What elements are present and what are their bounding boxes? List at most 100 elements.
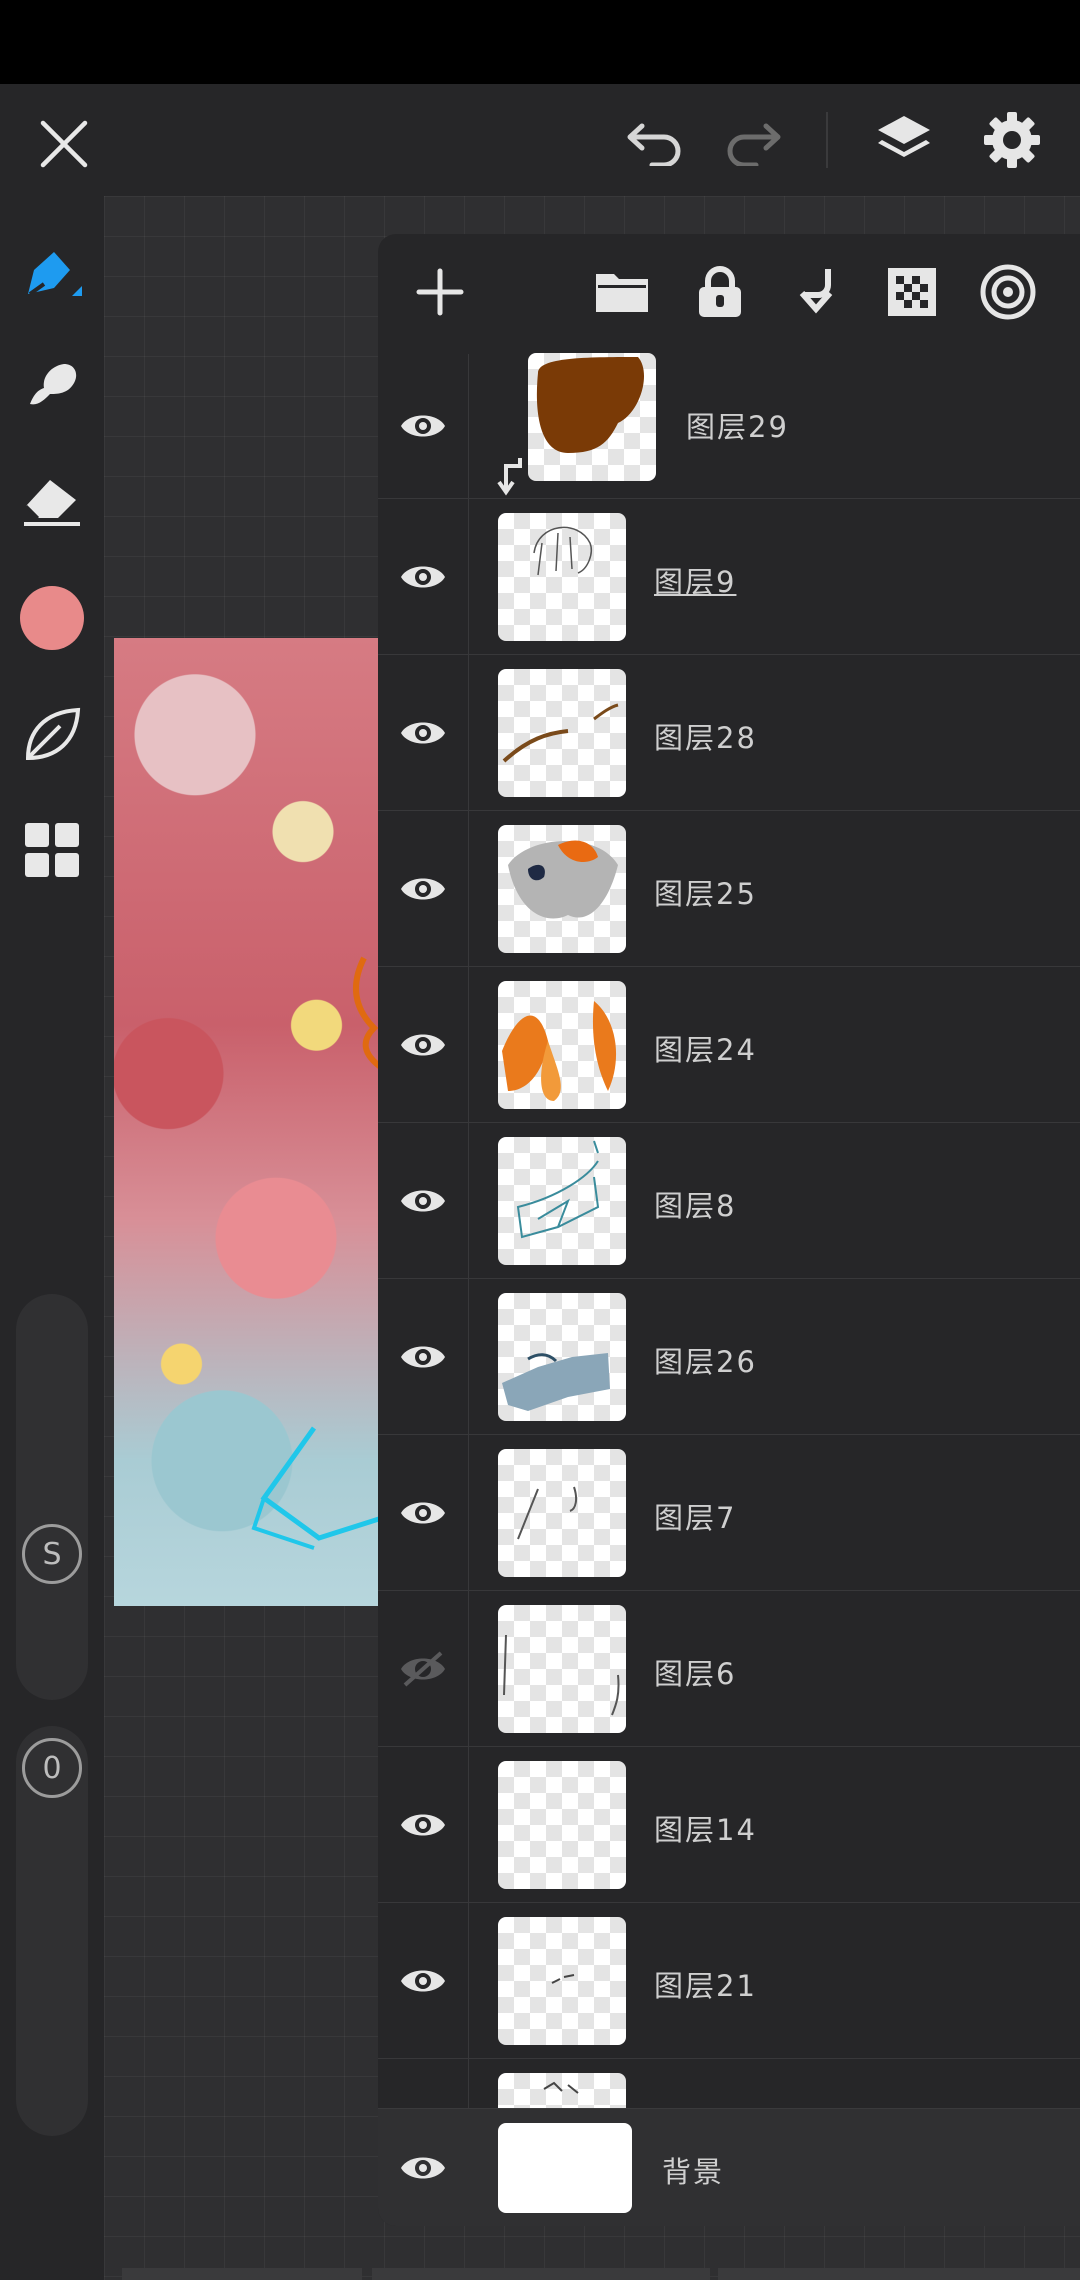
layer-thumbnail [528, 353, 656, 481]
brush-tool[interactable] [12, 236, 92, 316]
layer-name: 图层8 [654, 1189, 737, 1223]
background-layer-row[interactable]: 背景 [378, 2108, 1080, 2226]
status-bar [0, 0, 1080, 84]
layer-name: 图层26 [654, 1345, 757, 1379]
smudge-icon [30, 364, 77, 405]
layer-row[interactable] [378, 2058, 1080, 2109]
layer-thumbnail [498, 669, 626, 797]
sketch-thumbnail [503, 1634, 620, 1716]
lock-icon [699, 266, 741, 317]
layer-name: 图层25 [654, 877, 757, 911]
layer-row[interactable]: 图层21 [378, 1902, 1080, 2059]
smudge-tool[interactable] [12, 346, 92, 426]
visibility-toggle[interactable] [378, 2059, 469, 2109]
visibility-toggle[interactable] [378, 1591, 469, 1747]
visibility-toggle[interactable] [378, 1435, 469, 1591]
layer-thumbnail [498, 513, 626, 641]
clip-indicator-icon [497, 458, 522, 496]
visibility-toggle[interactable] [378, 655, 469, 811]
eye-icon [401, 566, 445, 588]
layer-row[interactable]: 图层29 [378, 353, 1080, 498]
layer-thumbnail [498, 1605, 626, 1733]
eye-icon [401, 415, 445, 437]
redo-button[interactable] [718, 112, 788, 172]
layer-name: 背景 [662, 2155, 725, 2189]
layer-thumbnail [498, 981, 626, 1109]
eye-icon [401, 878, 445, 900]
checker-button[interactable] [880, 260, 944, 324]
layer-thumbnail [498, 1761, 626, 1889]
hair-thumbnail [508, 840, 618, 919]
lock-button[interactable] [688, 260, 752, 324]
checker-icon [888, 268, 936, 316]
layer-row[interactable]: 图层28 [378, 654, 1080, 811]
visibility-toggle[interactable] [378, 1123, 469, 1279]
layer-thumbnail [498, 1137, 626, 1265]
layer-row[interactable]: 图层24 [378, 966, 1080, 1123]
eraser-icon [24, 480, 80, 526]
close-button[interactable] [28, 112, 100, 176]
blend-button[interactable] [976, 260, 1040, 324]
eye-icon [401, 1814, 445, 1836]
visibility-toggle[interactable] [378, 1279, 469, 1435]
artwork-canvas[interactable] [114, 638, 384, 1606]
layer-row[interactable]: 图层25 [378, 810, 1080, 967]
layer-name: 图层6 [654, 1657, 737, 1691]
visibility-toggle[interactable] [378, 354, 469, 498]
eye-hidden-icon [401, 1651, 445, 1687]
settings-button[interactable] [976, 104, 1048, 176]
layers-toolbar [378, 234, 1080, 354]
eye-icon [401, 1970, 445, 1992]
settings-icon [984, 112, 1040, 168]
clip-mask-icon [799, 269, 833, 314]
divider [826, 112, 828, 168]
color-swatch[interactable] [20, 586, 84, 650]
folder-button[interactable] [590, 260, 654, 324]
visibility-toggle[interactable] [378, 811, 469, 967]
visibility-toggle[interactable] [378, 967, 469, 1123]
layer-row[interactable]: 图层6 [378, 1590, 1080, 1747]
bottom-bar-segment [718, 2268, 1080, 2280]
undo-button[interactable] [620, 112, 690, 172]
visibility-toggle[interactable] [378, 1903, 469, 2059]
layer-row[interactable]: 图层8 [378, 1122, 1080, 1279]
lineart-thumbnail [516, 1140, 600, 1239]
layer-name: 图层28 [654, 721, 757, 755]
layer-row[interactable]: 图层7 [378, 1434, 1080, 1591]
visibility-toggle[interactable] [378, 1747, 469, 1903]
clip-mask-button[interactable] [784, 260, 848, 324]
close-icon [40, 120, 88, 168]
eraser-tool[interactable] [12, 458, 92, 538]
sketch-thumbnail [543, 2081, 579, 2094]
layer-thumbnail [498, 2073, 626, 2109]
layer-list: 图层29 图层9 图层28 图层25 图层24 图层8 图层26 图层7 图层6… [378, 353, 1080, 2226]
sketch-thumbnail [533, 526, 592, 576]
eye-icon [401, 722, 445, 744]
add-layer-icon [416, 268, 464, 316]
visibility-toggle[interactable] [378, 2109, 468, 2226]
left-toolbar: S 0 [0, 196, 104, 2280]
leaf-icon [25, 707, 81, 761]
layers-panel: 图层29 图层9 图层28 图层25 图层24 图层8 图层26 图层7 图层6… [378, 234, 1080, 2226]
brush-size-slider[interactable] [16, 1294, 88, 1700]
redo-icon [727, 123, 781, 166]
visibility-toggle[interactable] [378, 499, 469, 655]
blend-icon [980, 264, 1036, 320]
brush-icon [28, 252, 82, 296]
fabric-thumbnail [502, 1353, 610, 1411]
layer-row[interactable]: 图层14 [378, 1746, 1080, 1903]
eye-icon [401, 1346, 445, 1368]
eye-icon [401, 1502, 445, 1524]
leaf-tool[interactable] [12, 694, 92, 774]
eye-icon [401, 2157, 445, 2179]
layer-name: 图层9 [654, 565, 737, 599]
layers-button[interactable] [868, 104, 940, 176]
layer-row[interactable]: 图层26 [378, 1278, 1080, 1435]
add-layer-button[interactable] [408, 260, 472, 324]
layer-thumbnail [498, 1449, 626, 1577]
folder-icon [596, 274, 648, 312]
layer-row[interactable]: 图层9 [378, 498, 1080, 655]
grid-tool[interactable] [12, 810, 92, 890]
bottom-bar-segment [372, 2268, 710, 2280]
layers-icon [878, 116, 930, 157]
